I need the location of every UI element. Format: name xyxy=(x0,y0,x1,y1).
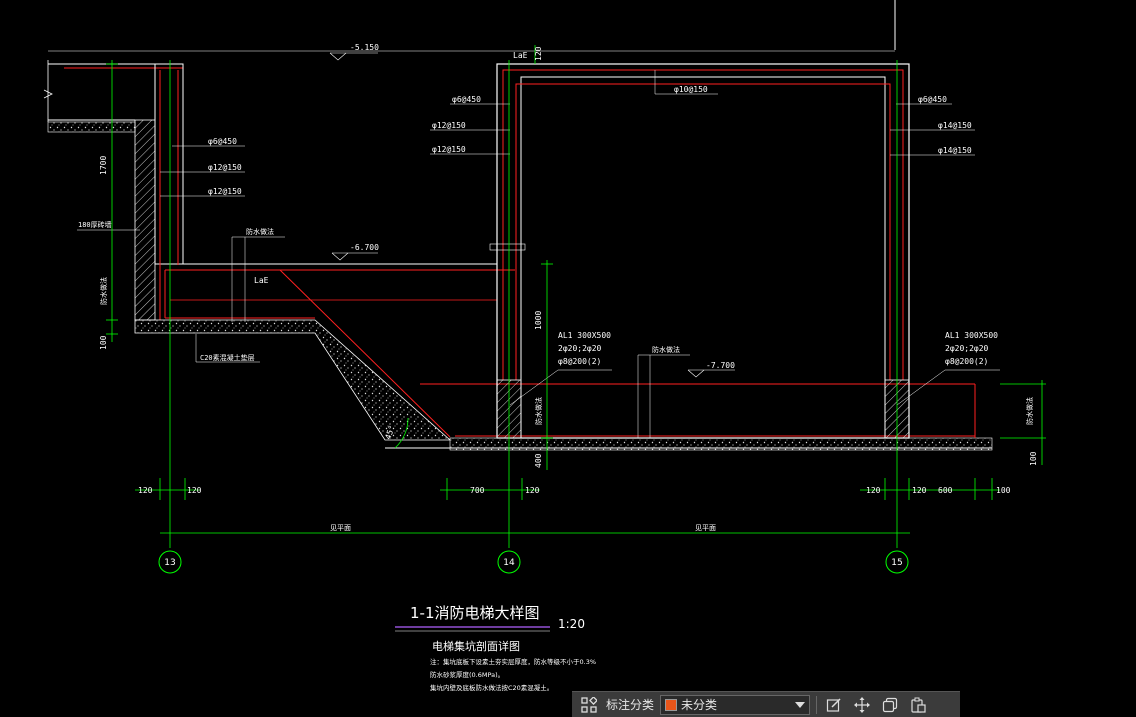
beam-left-l1: AL1 300X500 xyxy=(558,331,611,340)
grid-icon[interactable] xyxy=(578,694,600,716)
category-select-value: 未分类 xyxy=(681,698,718,712)
waterproof-mid-label: 防水做法 xyxy=(246,227,274,236)
frame-lines xyxy=(48,0,896,52)
rebar-left-a: φ6@450 xyxy=(208,137,237,146)
dim-b120c: 120 xyxy=(525,486,540,495)
elevation-pit: -7.700 xyxy=(706,361,735,370)
drawing-subtitle: 电梯集坑剖面详图 xyxy=(432,639,520,653)
rebar-mid-b: φ12@150 xyxy=(432,121,466,130)
move-icon[interactable] xyxy=(851,694,873,716)
dim-b700: 700 xyxy=(470,486,485,495)
rebar-top-right: φ10@150 xyxy=(674,85,708,94)
wall-label: 180厚砖墙 xyxy=(78,220,112,229)
annotation-toolbar: 标注分类 未分类 xyxy=(572,691,960,717)
dim-b600: 600 xyxy=(938,486,953,495)
lae-label-top: LaE xyxy=(513,51,528,60)
dim-1700: 1700 xyxy=(99,156,108,175)
beam-left-l2: 2φ20;2φ20 xyxy=(558,344,602,353)
dimension-lines xyxy=(106,45,1046,548)
dim-b120a: 120 xyxy=(138,486,153,495)
note-line-2: 防水砂浆厚度(0.6MPa)。 xyxy=(430,670,504,679)
category-swatch xyxy=(665,698,678,711)
note-line-1: 注：集坑底板下设素土夯实层厚度，防水等级不小于0.3% xyxy=(430,657,596,666)
drawing-title: 1-1消防电梯大样图 xyxy=(410,604,540,622)
toolbar-divider xyxy=(816,695,818,714)
dim-b120e: 120 xyxy=(912,486,927,495)
rebar-left-b: φ12@150 xyxy=(208,163,242,172)
dim-400: 400 xyxy=(534,453,543,468)
note-line-3: 集坑内壁及底板防水做法按C20素混凝土。 xyxy=(430,683,553,692)
left-slab xyxy=(43,60,183,133)
rebar-left-c: φ12@150 xyxy=(208,187,242,196)
left-brick-wall xyxy=(134,63,184,321)
rebar-annotations: LaE LaE φ6@450 φ12@150 φ12@150 φ6@450 φ1… xyxy=(160,51,975,285)
waterproof-pit-label: 防水做法 xyxy=(652,345,680,354)
rebar-mid-a: φ6@450 xyxy=(452,95,481,104)
dim-100-right: 100 xyxy=(1029,451,1038,466)
dim-120-top: 120 xyxy=(534,46,543,61)
title-block: 1-1消防电梯大样图 1:20 电梯集坑剖面详图 注：集坑底板下设素土夯实层厚度… xyxy=(395,604,596,692)
dim-b120b: 120 xyxy=(187,486,202,495)
dim-b120d: 120 xyxy=(866,486,881,495)
waterproof-left-label: 防水做法 xyxy=(99,277,108,305)
elevation-mid: -6.700 xyxy=(350,243,379,252)
beam-right-l1: AL1 300X500 xyxy=(945,331,998,340)
drawing-scale: 1:20 xyxy=(558,617,585,631)
rebar-right-a: φ6@450 xyxy=(918,95,947,104)
cad-drawing-canvas[interactable]: -5.150 -6.700 -7.700 LaE LaE φ6@450 φ12@… xyxy=(0,0,1136,717)
paste-icon[interactable] xyxy=(907,694,929,716)
dim-1000: 1000 xyxy=(534,311,543,330)
dim-b100: 100 xyxy=(996,486,1011,495)
waterproof-pit-wall-label: 防水做法 xyxy=(534,397,543,425)
toolbar-label: 标注分类 xyxy=(606,698,655,712)
axis-14: 14 xyxy=(503,558,515,568)
concrete-label: C20素混凝土垫层 xyxy=(200,353,255,362)
axis-15: 15 xyxy=(891,558,902,568)
beam-left-l3: φ8@200(2) xyxy=(558,357,601,366)
rebar-mid-c: φ12@150 xyxy=(432,145,466,154)
dim-100-left: 100 xyxy=(99,335,108,350)
beam-right-l3: φ8@200(2) xyxy=(945,357,988,366)
axis-13: 13 xyxy=(164,558,175,568)
rebar-right-b: φ14@150 xyxy=(938,121,972,130)
category-select[interactable]: 未分类 xyxy=(660,694,811,715)
dim-span-a: 见平面 xyxy=(330,524,351,532)
elevator-shaft xyxy=(489,63,910,439)
elevation-top: -5.150 xyxy=(350,43,379,52)
edit-icon[interactable] xyxy=(823,694,845,716)
rebar-right-c: φ14@150 xyxy=(938,146,972,155)
beam-right-l2: 2φ20;2φ20 xyxy=(945,344,989,353)
dim-span-b: 见平面 xyxy=(695,524,716,532)
copy-icon[interactable] xyxy=(879,694,901,716)
lae-label-mid: LaE xyxy=(254,276,269,285)
axis-bubbles: 13 14 15 xyxy=(158,550,909,574)
waterproof-right-label: 防水做法 xyxy=(1025,397,1034,425)
chevron-down-icon xyxy=(795,701,806,708)
beam-annotations: AL1 300X500 2φ20;2φ20 φ8@200(2) AL1 300X… xyxy=(509,331,1000,406)
